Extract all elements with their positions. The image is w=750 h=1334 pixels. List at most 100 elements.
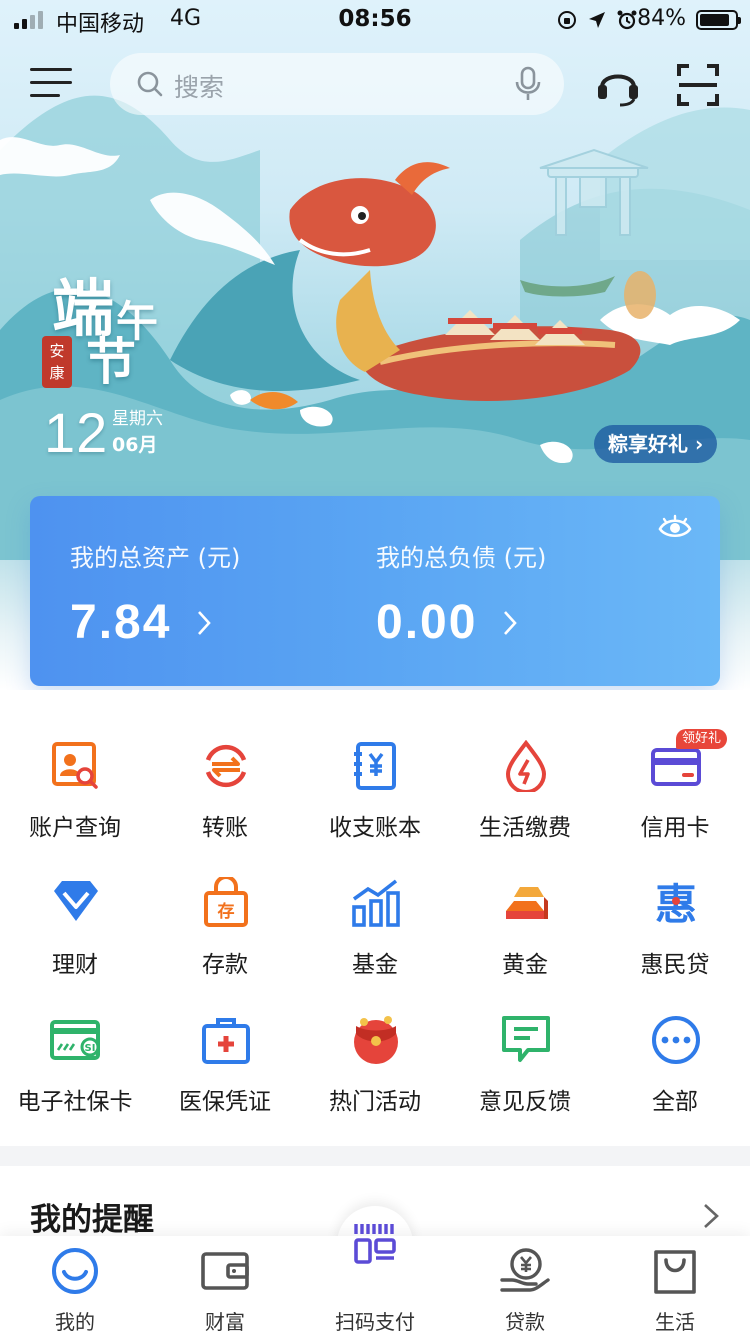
tab-wealth[interactable]: 财富 — [150, 1236, 300, 1334]
total-liabilities[interactable]: 我的总负债 (元) 0.00 — [376, 538, 546, 650]
social-security-card-icon: SI — [50, 1020, 100, 1060]
huimin-loan-icon: 惠 — [655, 880, 697, 929]
battery-percent: 84% — [637, 6, 686, 31]
promo-button[interactable]: 粽享好礼 › — [594, 425, 718, 463]
service-transfer[interactable]: 转账 — [150, 730, 300, 850]
total-assets-label: 我的总资产 (元) — [70, 544, 241, 572]
service-ledger[interactable]: 收支账本 — [300, 730, 450, 850]
orientation-lock-icon — [558, 11, 576, 29]
tab-label: 我的 — [55, 1310, 95, 1334]
total-assets-value-row: 7.84 — [70, 595, 240, 650]
service-label: 理财 — [52, 952, 98, 978]
asset-card: 我的总资产 (元) 7.84 我的总负债 (元) 0.00 — [30, 496, 720, 686]
gold-icon — [506, 887, 548, 919]
service-huimin-loan[interactable]: 惠 惠民贷 — [600, 867, 750, 987]
tab-label: 扫码支付 — [335, 1310, 415, 1334]
tab-label: 贷款 — [505, 1310, 545, 1334]
service-credit-card[interactable]: 信用卡 — [600, 730, 750, 850]
tab-label: 生活 — [655, 1310, 695, 1334]
chevron-right-icon — [504, 610, 518, 635]
festival-seal: 安 康 — [42, 336, 72, 388]
deposit-icon: 存 — [204, 877, 248, 927]
scan-pay-icon — [354, 1224, 396, 1264]
more-icon — [652, 1016, 700, 1064]
service-label: 惠民贷 — [640, 952, 710, 978]
menu-button[interactable] — [30, 68, 72, 100]
svg-text:SI: SI — [85, 1043, 96, 1054]
total-liabilities-label: 我的总负债 (元) — [376, 544, 547, 572]
utility-payment-icon — [505, 740, 547, 792]
service-account-query[interactable]: 账户查询 — [0, 730, 150, 850]
alarm-icon — [617, 10, 637, 30]
service-label: 存款 — [202, 952, 248, 978]
hero-banner: 中国移动 4G 08:56 84% 搜索 端 午 节 安 康 12 星期六 06… — [0, 0, 750, 690]
tab-label: 财富 — [205, 1310, 245, 1334]
seal-char-2: 康 — [49, 364, 65, 382]
service-label: 意见反馈 — [479, 1089, 571, 1115]
account-query-icon — [52, 742, 98, 789]
tab-life[interactable]: 生活 — [600, 1236, 750, 1334]
search-icon — [137, 71, 163, 97]
service-label: 账户查询 — [29, 815, 121, 841]
service-wealth-management[interactable]: 理财 — [0, 867, 150, 987]
search-placeholder: 搜索 — [174, 73, 225, 102]
date-day: 12 — [44, 401, 109, 464]
scan-icon[interactable] — [677, 64, 719, 106]
tab-loan[interactable]: 贷款 — [450, 1236, 600, 1334]
service-all[interactable]: 全部 — [600, 1004, 750, 1124]
status-bar: 中国移动 4G 08:56 84% — [0, 0, 750, 40]
service-deposit[interactable]: 存 存款 — [150, 867, 300, 987]
customer-service-icon[interactable] — [596, 63, 640, 107]
svg-text:存: 存 — [218, 901, 235, 922]
total-liabilities-value: 0.00 — [376, 596, 478, 649]
total-liabilities-value-row: 0.00 — [376, 595, 546, 650]
shopping-bag-icon — [654, 1250, 696, 1294]
service-feedback[interactable]: 意见反馈 — [450, 1004, 600, 1124]
service-label: 电子社保卡 — [17, 1089, 133, 1115]
reminder-title[interactable]: 我的提醒 — [30, 1194, 154, 1239]
mic-icon[interactable] — [514, 66, 542, 102]
wallet-icon — [201, 1252, 249, 1290]
date-weekday: 星期六 — [112, 409, 163, 429]
service-label: 信用卡 — [640, 815, 710, 841]
service-utility-payment[interactable]: 生活缴费 — [450, 730, 600, 850]
total-assets-value: 7.84 — [70, 596, 172, 649]
menu-icon — [30, 68, 72, 71]
fund-icon — [352, 879, 400, 927]
credit-card-gift-badge: 领好礼 — [676, 729, 728, 749]
service-hot-activities[interactable]: 热门活动 — [300, 1004, 450, 1124]
tab-mine[interactable]: 我的 — [0, 1236, 150, 1334]
service-label: 黄金 — [502, 952, 548, 978]
transfer-icon — [205, 744, 247, 788]
service-label: 全部 — [652, 1089, 698, 1115]
service-label: 收支账本 — [329, 815, 421, 841]
chevron-right-icon[interactable] — [702, 1202, 720, 1230]
service-label: 基金 — [352, 952, 398, 978]
service-gold[interactable]: 黄金 — [450, 867, 600, 987]
service-label: 热门活动 — [329, 1089, 421, 1115]
service-label: 转账 — [202, 815, 248, 841]
location-icon — [589, 12, 605, 28]
feedback-icon — [502, 1016, 550, 1062]
service-social-security-card[interactable]: SI 电子社保卡 — [0, 1004, 150, 1124]
service-medical-insurance[interactable]: 医保凭证 — [150, 1004, 300, 1124]
battery-icon — [696, 10, 741, 30]
service-fund[interactable]: 基金 — [300, 867, 450, 987]
ledger-icon — [354, 742, 396, 790]
chevron-right-icon — [198, 610, 212, 635]
service-label: 生活缴费 — [479, 815, 571, 841]
tab-bar: 我的 财富 扫码支付 贷款 生活 — [0, 1224, 750, 1334]
smile-icon — [52, 1248, 98, 1294]
loan-icon — [500, 1248, 550, 1292]
seal-char-1: 安 — [49, 342, 65, 360]
medical-insurance-icon — [202, 1018, 250, 1064]
eye-icon[interactable] — [658, 514, 692, 540]
service-label: 医保凭证 — [179, 1089, 271, 1115]
wealth-management-icon — [54, 881, 98, 921]
tab-scan-pay[interactable]: 扫码支付 — [300, 1224, 450, 1334]
status-icons — [556, 9, 638, 31]
red-envelope-icon — [354, 1016, 398, 1064]
search-input[interactable]: 搜索 — [110, 53, 564, 115]
section-divider — [0, 1146, 750, 1166]
total-assets[interactable]: 我的总资产 (元) 7.84 — [70, 538, 240, 650]
